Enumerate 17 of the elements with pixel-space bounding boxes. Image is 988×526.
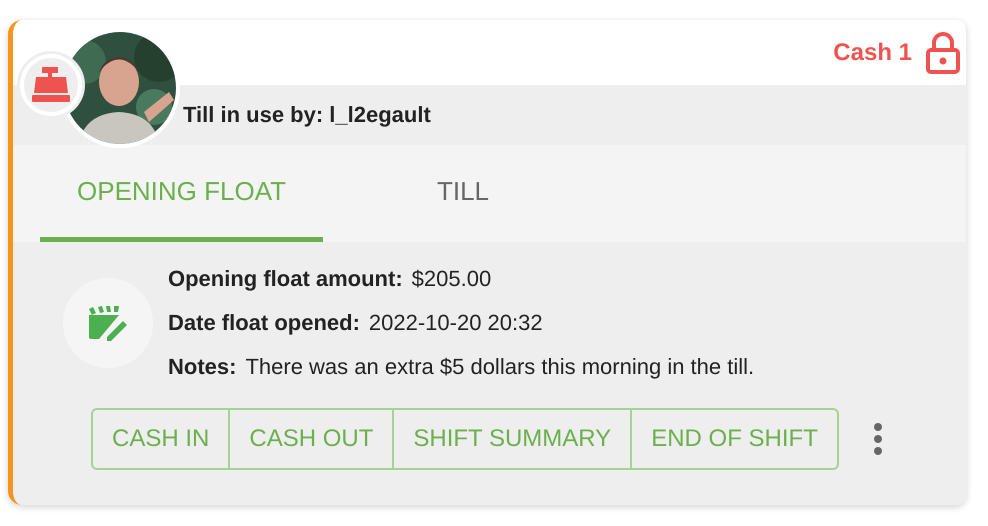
- action-button[interactable]: END OF SHIFT: [630, 410, 837, 468]
- more-icon[interactable]: [872, 422, 883, 456]
- action-button[interactable]: CASH IN: [93, 410, 228, 468]
- till-user: Till in use by: l_l2egault: [183, 102, 431, 128]
- detail-label: Opening float amount:: [168, 266, 403, 292]
- lock-icon[interactable]: [926, 32, 960, 74]
- cash-register-icon: [32, 67, 70, 103]
- detail-value: 2022-10-20 20:32: [368, 310, 543, 336]
- detail-value: There was an extra $5 dollars this morning in the till.: [245, 354, 754, 380]
- action-button[interactable]: SHIFT SUMMARY: [392, 410, 630, 468]
- detail-label: Notes:: [168, 354, 236, 380]
- action-button[interactable]: CASH OUT: [228, 410, 392, 468]
- clapperboard-edit-icon: [87, 305, 129, 341]
- tab[interactable]: TILL: [323, 145, 603, 242]
- register-name: Cash 1: [833, 38, 912, 66]
- detail-value: $205.00: [412, 266, 492, 292]
- detail-label: Date float opened:: [168, 310, 360, 336]
